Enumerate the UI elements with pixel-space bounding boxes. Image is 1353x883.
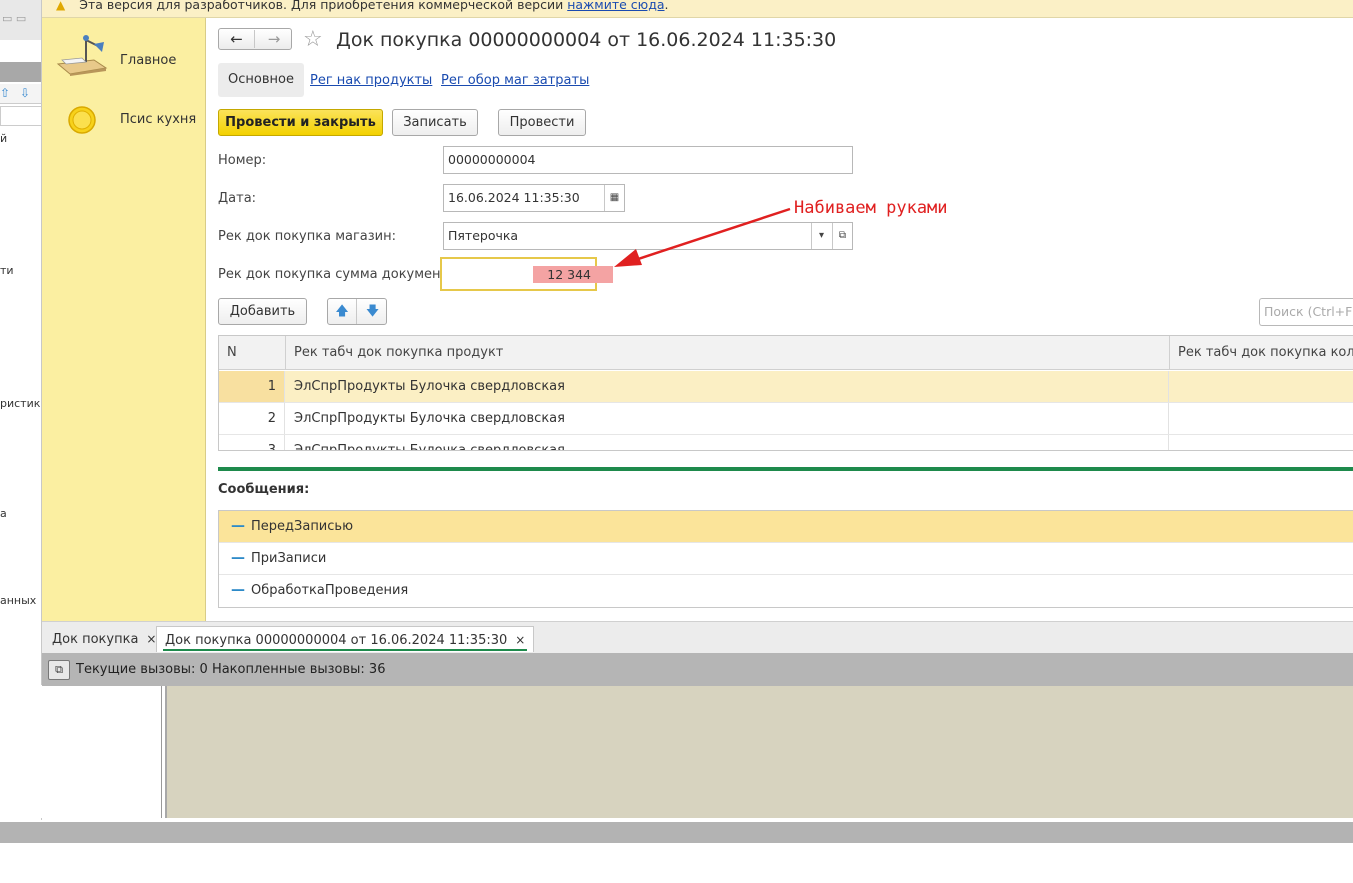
status-text: Текущие вызовы: 0 Накопленные вызовы: 36 bbox=[76, 662, 386, 677]
move-down-icon[interactable]: 🡇 bbox=[358, 299, 387, 324]
sidebar-item-label: Псис кухня bbox=[120, 112, 197, 127]
document-window: ▲ Эта версия для разработчиков. Для приоб… bbox=[42, 0, 1353, 686]
close-icon[interactable]: × bbox=[515, 633, 525, 647]
sidebar-item-kitchen[interactable]: Псис кухня bbox=[42, 90, 206, 150]
collapse-icon: — bbox=[231, 582, 245, 598]
date-value: 16.06.2024 11:35:30 bbox=[448, 190, 580, 205]
forward-button[interactable]: → bbox=[256, 30, 292, 48]
background-toolbar-icons: ▭ ▭ bbox=[2, 12, 27, 25]
background-bottom-bar bbox=[0, 822, 1353, 843]
background-toolbar: ▭ ▭ bbox=[0, 0, 41, 40]
status-bar: ⧉ Текущие вызовы: 0 Накопленные вызовы: … bbox=[42, 653, 1353, 686]
sum-label: Рек док покупка сумма документа: bbox=[218, 267, 461, 282]
column-product[interactable]: Рек табч док покупка продукт bbox=[286, 336, 1170, 370]
tab-reg-products[interactable]: Рег нак продукты bbox=[310, 73, 432, 88]
store-value: Пятерочка bbox=[448, 228, 519, 243]
window-tab-document[interactable]: Док покупка 00000000004 от 16.06.2024 11… bbox=[156, 626, 535, 652]
background-header-bar bbox=[0, 62, 41, 82]
message-text: ПриЗаписи bbox=[251, 551, 327, 566]
history-nav: ← → bbox=[218, 28, 292, 50]
bg-fragment-5: анных bbox=[0, 594, 37, 607]
sections-sidebar: Главное Псис кухня bbox=[42, 18, 206, 621]
splitter[interactable] bbox=[218, 467, 1353, 471]
date-field[interactable]: 16.06.2024 11:35:30 ▦ bbox=[443, 184, 625, 212]
sum-value: 12 344 bbox=[533, 266, 613, 283]
tab-reg-costs[interactable]: Рег обор маг затраты bbox=[441, 73, 589, 88]
warning-tail: . bbox=[664, 0, 669, 12]
annotation-text: Набиваем руками bbox=[794, 198, 948, 218]
search-input[interactable]: Поиск (Ctrl+F) bbox=[1259, 298, 1353, 326]
message-item[interactable]: — ПриЗаписи bbox=[219, 543, 1353, 575]
messages-list: — ПередЗаписью — ПриЗаписи — ОбработкаПр… bbox=[218, 510, 1353, 608]
row-number: 3 bbox=[219, 435, 285, 450]
window-tab-list[interactable]: Док покупка × bbox=[44, 626, 164, 652]
date-label: Дата: bbox=[218, 191, 257, 206]
message-text: ПередЗаписью bbox=[251, 519, 354, 534]
row-product: ЭлСпрПродукты Булочка свердловская bbox=[286, 371, 1169, 402]
table-header: N Рек табч док покупка продукт Рек табч … bbox=[219, 336, 1353, 370]
collapse-icon: — bbox=[231, 550, 245, 566]
save-button[interactable]: Записать bbox=[392, 109, 478, 136]
warning-link[interactable]: нажмите сюда bbox=[567, 0, 664, 12]
add-button[interactable]: Добавить bbox=[218, 298, 307, 325]
annotation-arrow bbox=[614, 207, 791, 267]
window-tabs-bar: Док покупка × Док покупка 00000000004 от … bbox=[42, 621, 1353, 653]
row-number: 2 bbox=[219, 403, 285, 434]
table-row[interactable]: 2 ЭлСпрПродукты Булочка свердловская bbox=[219, 403, 1353, 435]
open-icon[interactable]: ⧉ bbox=[832, 223, 852, 249]
document-form: ← → ☆ Док покупка 00000000004 от 16.06.2… bbox=[206, 18, 1353, 621]
background-panel-white bbox=[0, 685, 162, 818]
post-button[interactable]: Провести bbox=[498, 109, 586, 136]
message-text: ОбработкаПроведения bbox=[251, 583, 409, 598]
calls-monitor-icon[interactable]: ⧉ bbox=[48, 660, 70, 680]
row-product: ЭлСпрПродукты Булочка свердловская bbox=[286, 435, 1169, 450]
sidebar-item-main[interactable]: Главное bbox=[42, 26, 206, 86]
move-up-icon[interactable]: 🡅 bbox=[328, 299, 357, 324]
background-input bbox=[0, 106, 41, 126]
store-label: Рек док покупка магазин: bbox=[218, 229, 397, 244]
warning-icon: ▲ bbox=[56, 0, 66, 12]
sidebar-item-label: Главное bbox=[120, 53, 177, 68]
bg-fragment-3: ристик bbox=[0, 397, 41, 410]
window-tab-label: Док покупка 00000000004 от 16.06.2024 11… bbox=[165, 633, 508, 648]
page-title: Док покупка 00000000004 от 16.06.2024 11… bbox=[336, 29, 837, 51]
message-item[interactable]: — ОбработкаПроведения bbox=[219, 575, 1353, 607]
yellow-circle-icon bbox=[68, 106, 96, 134]
back-button[interactable]: ← bbox=[219, 30, 255, 48]
favorite-star-icon[interactable]: ☆ bbox=[303, 27, 323, 52]
close-icon[interactable]: × bbox=[146, 632, 156, 646]
bg-fragment-4: а bbox=[0, 507, 7, 520]
active-tab-indicator bbox=[163, 649, 528, 651]
dropdown-icon[interactable]: ▾ bbox=[811, 223, 831, 249]
background-panel-gray bbox=[165, 685, 1353, 818]
collapse-icon: — bbox=[231, 518, 245, 534]
tab-main[interactable]: Основное bbox=[218, 63, 304, 97]
bg-down-arrow-icon: ⇩ bbox=[20, 86, 31, 100]
window-tab-label: Док покупка bbox=[52, 632, 139, 647]
message-item[interactable]: — ПередЗаписью bbox=[219, 511, 1353, 543]
bg-up-arrow-icon: ⇧ bbox=[0, 86, 11, 100]
row-number: 1 bbox=[219, 371, 285, 402]
messages-title: Сообщения: bbox=[218, 482, 310, 497]
move-buttons: 🡅 🡇 bbox=[327, 298, 387, 325]
background-arrows: ⇧ ⇩ bbox=[0, 84, 41, 104]
post-and-close-button[interactable]: Провести и закрыть bbox=[218, 109, 383, 136]
table-row[interactable]: 3 ЭлСпрПродукты Булочка свердловская bbox=[219, 435, 1353, 450]
warning-text: Эта версия для разработчиков. Для приобр… bbox=[79, 0, 568, 12]
developer-warning-bar: ▲ Эта версия для разработчиков. Для приоб… bbox=[42, 0, 1353, 18]
bg-fragment-1: й bbox=[0, 132, 8, 145]
row-product: ЭлСпрПродукты Булочка свердловская bbox=[286, 403, 1169, 434]
number-value: 00000000004 bbox=[448, 152, 536, 167]
bg-fragment-2: ти bbox=[0, 264, 14, 277]
products-table: N Рек табч док покупка продукт Рек табч … bbox=[218, 335, 1353, 451]
number-label: Номер: bbox=[218, 153, 267, 168]
column-qty[interactable]: Рек табч док покупка колич bbox=[1170, 336, 1353, 370]
table-row[interactable]: 1 ЭлСпрПродукты Булочка свердловская bbox=[219, 371, 1353, 403]
number-field[interactable]: 00000000004 bbox=[443, 146, 853, 174]
column-n[interactable]: N bbox=[219, 336, 286, 370]
desk-lamp-icon bbox=[56, 35, 108, 76]
